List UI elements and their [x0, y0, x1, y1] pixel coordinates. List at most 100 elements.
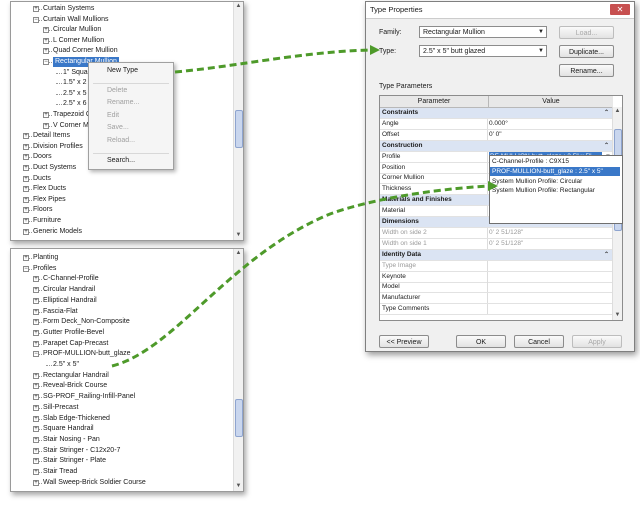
- expand-icon[interactable]: +: [43, 48, 49, 55]
- tree-item-label: Stair Stringer - Plate: [43, 457, 107, 465]
- close-icon: ✕: [616, 5, 624, 14]
- collapse-chevron-icon[interactable]: ⌃: [604, 108, 609, 118]
- parameter-row[interactable]: Type Image: [380, 260, 612, 272]
- expand-icon[interactable]: +: [23, 165, 29, 171]
- parameter-row[interactable]: Width on side 2 0' 2 51/128": [380, 227, 612, 239]
- menu-item[interactable]: Rename...: [107, 99, 139, 106]
- expand-icon[interactable]: +: [23, 218, 29, 224]
- tree-item-label: 2.5" x 5": [53, 361, 79, 368]
- parameter-group-header[interactable]: Identity Data ⌃: [380, 249, 612, 261]
- ok-button[interactable]: OK: [456, 335, 506, 348]
- tree-item-label: Fascia-Flat: [43, 307, 78, 315]
- expand-icon[interactable]: +: [33, 6, 39, 12]
- scroll-thumb[interactable]: [235, 399, 243, 437]
- parameter-group-header[interactable]: Constraints ⌃: [380, 108, 612, 119]
- menu-item[interactable]: Save...: [107, 124, 129, 131]
- expand-icon[interactable]: +: [23, 228, 29, 235]
- type-select[interactable]: 2.5" x 5" butt glazed ▼: [419, 45, 547, 57]
- expand-icon[interactable]: +: [33, 276, 39, 283]
- expand-icon[interactable]: +: [33, 447, 39, 454]
- expand-icon[interactable]: +: [33, 404, 39, 411]
- expand-icon[interactable]: +: [43, 27, 49, 34]
- profile-option[interactable]: System Mullion Profile: Circular: [490, 177, 620, 186]
- parameter-name: Profile: [382, 152, 401, 160]
- expand-icon[interactable]: +: [23, 154, 29, 161]
- expand-icon[interactable]: +: [33, 340, 39, 347]
- expand-icon[interactable]: +: [43, 37, 49, 44]
- expand-icon[interactable]: +: [33, 394, 39, 401]
- expand-icon[interactable]: +: [33, 297, 39, 304]
- expand-icon[interactable]: +: [33, 308, 39, 315]
- duplicate-button[interactable]: Duplicate...: [559, 45, 614, 58]
- parameter-value[interactable]: 0' 0": [489, 130, 502, 140]
- collapse-chevron-icon[interactable]: ⌃: [604, 141, 609, 151]
- parameter-value[interactable]: 0' 2 51/128": [489, 239, 523, 249]
- scroll-down-arrow-icon[interactable]: ▼: [234, 231, 243, 240]
- profile-option[interactable]: PROF-MULLION-butt_glaze : 2.5" x 5": [490, 167, 620, 176]
- load-button[interactable]: Load...: [559, 26, 614, 39]
- parameter-row[interactable]: Manufacturer: [380, 293, 612, 305]
- parameter-group-header[interactable]: Construction ⌃: [380, 140, 612, 152]
- expand-icon[interactable]: +: [43, 112, 49, 118]
- profile-option[interactable]: C-Channel-Profile : C9X15: [490, 157, 620, 166]
- scroll-down-arrow-icon[interactable]: ▼: [234, 482, 243, 491]
- menu-item[interactable]: New Type: [107, 67, 138, 74]
- expand-icon[interactable]: +: [43, 122, 49, 129]
- tree-item-label: 2.5" x 6: [63, 100, 87, 108]
- expand-icon[interactable]: +: [33, 436, 39, 443]
- expand-icon[interactable]: +: [23, 196, 29, 203]
- expand-icon[interactable]: +: [23, 143, 29, 150]
- cancel-button[interactable]: Cancel: [514, 335, 564, 348]
- expand-icon[interactable]: +: [33, 329, 39, 336]
- expand-icon[interactable]: +: [33, 383, 39, 390]
- expand-icon[interactable]: +: [33, 372, 39, 379]
- chevron-down-icon: ▼: [538, 48, 544, 54]
- expand-icon[interactable]: +: [33, 458, 39, 465]
- tree-item-label: Parapet Cap-Precast: [43, 339, 109, 347]
- collapse-icon[interactable]: −: [43, 59, 49, 65]
- scroll-thumb[interactable]: [235, 110, 243, 148]
- collapse-icon[interactable]: −: [33, 16, 39, 23]
- tree-item-label: Stair Tread: [43, 468, 78, 475]
- expand-icon[interactable]: +: [33, 479, 39, 486]
- parameter-row[interactable]: Keynote: [380, 271, 612, 283]
- collapse-chevron-icon[interactable]: ⌃: [604, 250, 609, 260]
- parameter-value[interactable]: 0' 2 51/128": [489, 228, 523, 238]
- expand-icon[interactable]: +: [23, 175, 29, 182]
- expand-icon[interactable]: +: [23, 133, 29, 140]
- parameter-row[interactable]: Offset 0' 0": [380, 129, 612, 141]
- preview-button[interactable]: << Preview: [379, 335, 429, 348]
- collapse-icon[interactable]: −: [33, 351, 39, 358]
- expand-icon[interactable]: +: [23, 186, 29, 193]
- vertical-scrollbar[interactable]: ▲ ▼: [233, 2, 243, 240]
- parameter-row[interactable]: Width on side 1 0' 2 51/128": [380, 238, 612, 250]
- menu-item[interactable]: Reload...: [107, 137, 135, 144]
- parameter-row[interactable]: Type Comments: [380, 304, 612, 316]
- apply-button[interactable]: Apply: [572, 335, 622, 348]
- parameter-value[interactable]: 0.000°: [489, 119, 508, 129]
- tree-item-label: Circular Handrail: [43, 286, 96, 294]
- rename-button[interactable]: Rename...: [559, 64, 614, 77]
- expand-icon[interactable]: +: [33, 469, 39, 475]
- parameter-row[interactable]: Angle 0.000°: [380, 118, 612, 130]
- expand-icon[interactable]: +: [23, 207, 29, 214]
- expand-icon[interactable]: +: [33, 415, 39, 422]
- parameter-row[interactable]: Model: [380, 282, 612, 294]
- family-select[interactable]: Rectangular Mullion ▼: [419, 26, 547, 38]
- close-button[interactable]: ✕: [610, 4, 630, 15]
- menu-item[interactable]: Edit: [107, 112, 119, 119]
- vertical-scrollbar-bottom[interactable]: ▲ ▼: [233, 249, 243, 491]
- menu-item[interactable]: Delete: [107, 87, 127, 94]
- scroll-down-arrow-icon[interactable]: ▼: [613, 311, 622, 320]
- scroll-up-arrow-icon[interactable]: ▲: [234, 249, 243, 258]
- expand-icon[interactable]: +: [33, 426, 39, 433]
- expand-icon[interactable]: +: [33, 319, 39, 326]
- scroll-up-arrow-icon[interactable]: ▲: [234, 2, 243, 11]
- profile-option[interactable]: System Mullion Profile: Rectangular: [490, 186, 620, 195]
- expand-icon[interactable]: +: [33, 287, 39, 294]
- expand-icon[interactable]: +: [23, 255, 29, 261]
- scroll-up-arrow-icon[interactable]: ▲: [613, 107, 622, 116]
- menu-item[interactable]: Search...: [107, 157, 135, 164]
- collapse-icon[interactable]: −: [23, 265, 29, 272]
- column-divider: [487, 293, 488, 304]
